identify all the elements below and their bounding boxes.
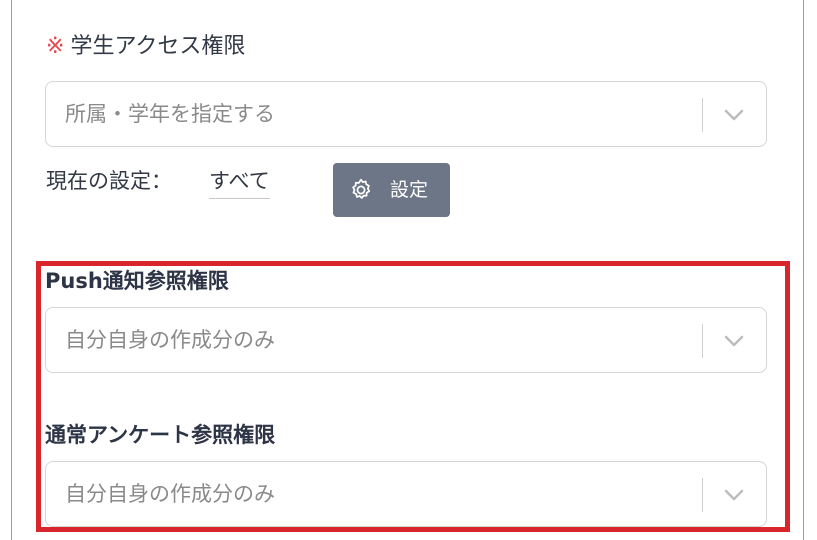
student-access-select-placeholder: 所属・学年を指定する	[65, 102, 275, 126]
select-separator	[702, 98, 703, 132]
survey-reference-label: 通常アンケート参照権限	[45, 423, 276, 447]
current-setting-value: すべて	[209, 166, 270, 199]
panel-border-right	[803, 0, 804, 540]
select-separator	[702, 478, 703, 512]
push-reference-label: Push通知参照権限	[45, 269, 229, 293]
chevron-down-icon[interactable]	[722, 484, 746, 506]
chevron-down-icon[interactable]	[722, 104, 746, 126]
push-reference-select-value: 自分自身の作成分のみ	[65, 328, 275, 352]
current-setting-label: 現在の設定：	[46, 169, 172, 193]
survey-reference-select-value: 自分自身の作成分のみ	[65, 482, 275, 506]
student-access-label: ※ 学生アクセス権限	[46, 32, 245, 62]
required-mark: ※	[46, 34, 65, 59]
select-separator	[702, 324, 703, 358]
survey-reference-select[interactable]: 自分自身の作成分のみ	[45, 461, 767, 527]
settings-button-label: 設定	[390, 179, 429, 201]
settings-button[interactable]: 設定	[333, 163, 450, 217]
student-access-select[interactable]: 所属・学年を指定する	[45, 81, 767, 147]
panel-border-left	[11, 0, 12, 540]
student-access-label-text: 学生アクセス権限	[70, 34, 246, 59]
gear-icon	[352, 178, 371, 199]
page: ※ 学生アクセス権限 所属・学年を指定する 現在の設定： すべて 設定 Push通…	[0, 0, 817, 540]
chevron-down-icon[interactable]	[722, 330, 746, 352]
push-reference-select[interactable]: 自分自身の作成分のみ	[45, 307, 767, 373]
